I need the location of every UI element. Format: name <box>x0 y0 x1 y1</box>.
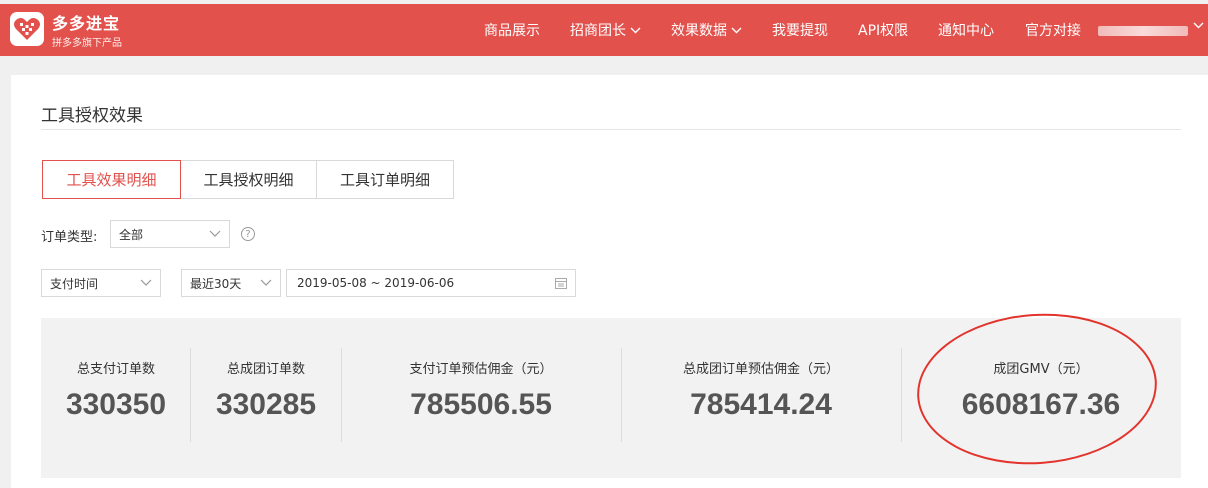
brand-title: 多多进宝 <box>52 14 121 33</box>
stat-value: 330285 <box>215 388 317 421</box>
stat-paid-order-est-commission: 支付订单预估佣金（元） 785506.55 <box>341 318 621 478</box>
nav-item-products[interactable]: 商品展示 <box>484 4 540 56</box>
tab-label: 工具效果明细 <box>66 171 157 189</box>
nav-item-merchant-lead[interactable]: 招商团长 <box>570 4 641 56</box>
nav-item-notification-center[interactable]: 通知中心 <box>938 4 994 56</box>
nav-label: API权限 <box>858 23 909 39</box>
help-icon[interactable]: ? <box>241 227 255 241</box>
chevron-down-icon <box>630 27 641 33</box>
nav-item-api-permission[interactable]: API权限 <box>858 4 908 56</box>
nav-label: 商品展示 <box>484 23 540 39</box>
nav-label: 通知中心 <box>938 23 994 39</box>
nav-item-withdraw[interactable]: 我要提现 <box>772 4 828 56</box>
stat-label: 总支付订单数 <box>76 362 155 377</box>
brand-subtitle: 拼多多旗下产品 <box>52 38 122 49</box>
tab-tool-order-detail[interactable]: 工具订单明细 <box>316 160 454 199</box>
order-type-select[interactable]: 全部 <box>110 220 230 248</box>
tab-tool-performance-detail[interactable]: 工具效果明细 <box>42 160 181 199</box>
stat-grouped-gmv: 成团GMV（元） 6608167.36 <box>901 318 1181 478</box>
stat-grouped-order-est-commission: 总成团订单预估佣金（元） 785414.24 <box>621 318 901 478</box>
time-type-select[interactable]: 支付时间 <box>41 269 161 297</box>
nav-item-official-docking[interactable]: 官方对接 <box>1025 4 1081 56</box>
time-type-value: 支付时间 <box>50 276 99 291</box>
stat-value: 6608167.36 <box>961 388 1121 421</box>
nav-item-performance-data[interactable]: 效果数据 <box>671 4 742 56</box>
stat-total-paid-orders: 总支付订单数 330350 <box>41 318 191 478</box>
chevron-down-icon <box>140 279 152 286</box>
tab-label: 工具订单明细 <box>339 171 430 189</box>
stat-value: 785414.24 <box>690 388 832 421</box>
stat-total-grouped-orders: 总成团订单数 330285 <box>191 318 341 478</box>
stat-label: 总成团订单预估佣金（元） <box>682 362 839 377</box>
calendar-icon <box>555 278 567 289</box>
nav-label: 官方对接 <box>1025 23 1081 39</box>
tab-tool-authorization-detail[interactable]: 工具授权明细 <box>180 160 317 199</box>
nav-label: 招商团长 <box>570 23 626 39</box>
stat-value: 330350 <box>65 388 167 421</box>
stat-value: 785506.55 <box>410 388 552 421</box>
logo[interactable] <box>10 12 44 46</box>
user-account-blurred[interactable] <box>1098 26 1188 36</box>
date-range-picker[interactable]: 2019-05-08 ~ 2019-06-06 <box>286 269 576 297</box>
order-type-label: 订单类型: <box>41 230 98 245</box>
order-type-value: 全部 <box>119 227 144 242</box>
tab-label: 工具授权明细 <box>203 171 294 189</box>
date-preset-select[interactable]: 最近30天 <box>181 269 281 297</box>
date-range-value: 2019-05-08 ~ 2019-06-06 <box>297 276 455 290</box>
chevron-down-icon <box>731 27 742 33</box>
nav-label: 我要提现 <box>772 23 828 39</box>
logo-icon <box>14 18 40 40</box>
date-preset-value: 最近30天 <box>190 276 242 291</box>
nav-label: 效果数据 <box>671 23 727 39</box>
page-title: 工具授权效果 <box>41 106 143 126</box>
stat-label: 总成团订单数 <box>226 362 305 377</box>
chevron-down-icon <box>260 279 272 286</box>
chevron-down-icon <box>209 230 221 237</box>
top-nav-bar: 多多进宝 拼多多旗下产品 商品展示 招商团长 效果数据 我要提现 API权限 通… <box>0 4 1208 56</box>
stat-label: 成团GMV（元） <box>993 362 1089 377</box>
title-divider <box>41 129 1181 130</box>
user-menu-chevron-icon[interactable] <box>1193 22 1204 29</box>
stats-panel: 总支付订单数 330350 总成团订单数 330285 支付订单预估佣金（元） … <box>41 318 1181 478</box>
stat-label: 支付订单预估佣金（元） <box>409 362 553 377</box>
